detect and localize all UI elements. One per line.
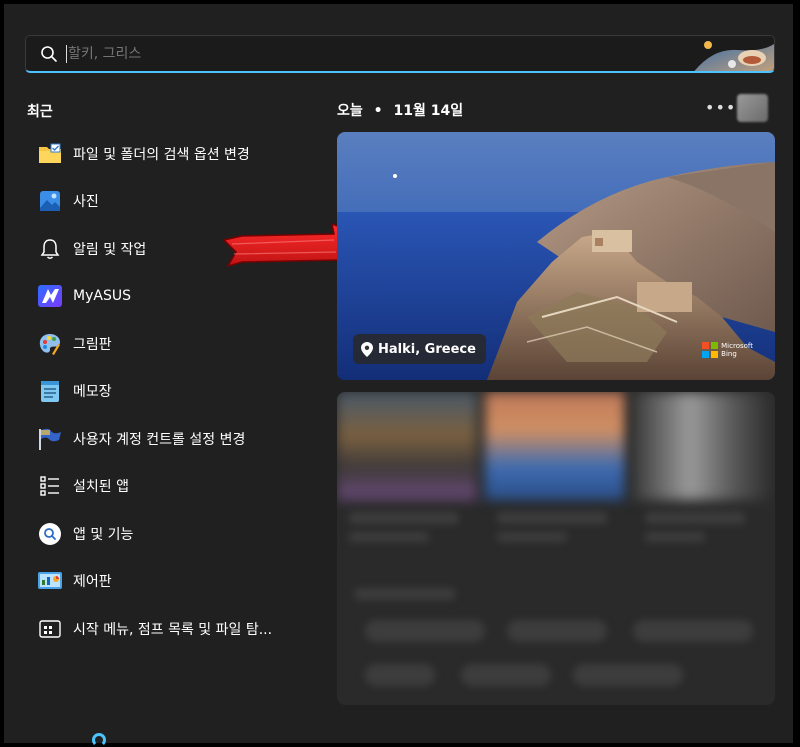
recent-item-installed-apps[interactable]: 설치된 앱	[27, 463, 327, 511]
search-input[interactable]	[66, 36, 670, 71]
blurred-tile	[633, 392, 775, 500]
search-icon	[40, 45, 58, 67]
recent-item-label: 설치된 앱	[73, 479, 129, 496]
recent-item-control-panel[interactable]: 제어판	[27, 558, 327, 606]
blurred-chip	[507, 620, 607, 642]
recent-item-paint[interactable]: 그림판	[27, 320, 327, 368]
more-options-button[interactable]: •••	[705, 98, 736, 117]
uac-flag-icon	[37, 426, 63, 452]
start-settings-icon	[37, 616, 63, 642]
installed-apps-icon	[37, 473, 63, 499]
recent-list: 파일 및 폴더의 검색 옵션 변경 사진 알림 및 작업 MyASUS 그림판 …	[27, 130, 327, 653]
blurred-text	[497, 532, 567, 542]
microsoft-bing-logo: Microsoft Bing	[702, 342, 753, 358]
recent-item-label: 파일 및 폴더의 검색 옵션 변경	[73, 146, 250, 163]
recent-item-label: 시작 메뉴, 점프 목록 및 파일 탐...	[73, 621, 273, 638]
blurred-tile	[337, 392, 477, 500]
blurred-text	[645, 512, 745, 524]
blurred-tile	[485, 392, 625, 500]
location-text: Halki, Greece	[378, 341, 476, 357]
recent-item-notepad[interactable]: 메모장	[27, 368, 327, 416]
recent-item-myasus[interactable]: MyASUS	[27, 273, 327, 321]
bell-icon	[37, 236, 63, 262]
blurred-text	[349, 512, 459, 524]
blurred-text	[645, 532, 705, 542]
recent-item-label: 사용자 계정 컨트롤 설정 변경	[73, 431, 246, 448]
partial-taskbar-icon	[92, 733, 106, 747]
blurred-chip	[461, 664, 551, 686]
blurred-content-area	[337, 392, 775, 705]
folder-options-icon	[37, 141, 63, 167]
recent-item-label: 앱 및 기능	[73, 526, 134, 543]
paint-palette-icon	[37, 331, 63, 357]
blurred-chip	[365, 620, 485, 642]
avatar[interactable]	[737, 94, 768, 122]
notepad-icon	[37, 378, 63, 404]
recent-item-label: 그림판	[73, 336, 112, 353]
apps-features-icon	[37, 521, 63, 547]
recent-item-folder-options[interactable]: 파일 및 폴더의 검색 옵션 변경	[27, 130, 327, 178]
text-caret	[66, 45, 67, 63]
myasus-icon	[37, 283, 63, 309]
recent-item-label: 제어판	[73, 574, 112, 591]
blurred-chip	[365, 664, 435, 686]
recent-item-apps-features[interactable]: 앱 및 기능	[27, 510, 327, 558]
location-badge[interactable]: Halki, Greece	[353, 334, 486, 364]
hero-image-card[interactable]: Halki, Greece Microsoft Bing	[337, 132, 775, 380]
recent-item-label: MyASUS	[73, 288, 131, 305]
search-highlight-illustration	[692, 36, 774, 71]
blurred-text	[349, 532, 429, 542]
recent-item-label: 메모장	[73, 384, 112, 401]
photos-icon	[37, 188, 63, 214]
recent-item-start-settings[interactable]: 시작 메뉴, 점프 목록 및 파일 탐...	[27, 605, 327, 653]
recent-item-label: 알림 및 작업	[73, 241, 147, 258]
recent-item-label: 사진	[73, 194, 99, 211]
today-separator: •	[373, 103, 383, 119]
recent-item-photos[interactable]: 사진	[27, 178, 327, 226]
microsoft-logo-icon	[702, 342, 719, 358]
blurred-text	[355, 588, 455, 600]
control-panel-icon	[37, 568, 63, 594]
today-label: 오늘	[337, 103, 363, 119]
blurred-chip	[573, 664, 683, 686]
location-pin-icon	[361, 341, 373, 357]
blurred-text	[497, 512, 607, 524]
today-date: 11월 14일	[393, 103, 464, 119]
search-box[interactable]	[25, 35, 775, 73]
today-header: 오늘 • 11월 14일	[337, 100, 463, 120]
recent-item-uac-settings[interactable]: 사용자 계정 컨트롤 설정 변경	[27, 415, 327, 463]
recent-title: 최근	[27, 104, 53, 120]
blurred-chip	[633, 620, 753, 642]
bing-line2: Bing	[721, 350, 737, 358]
bing-line1: Microsoft	[721, 342, 753, 350]
